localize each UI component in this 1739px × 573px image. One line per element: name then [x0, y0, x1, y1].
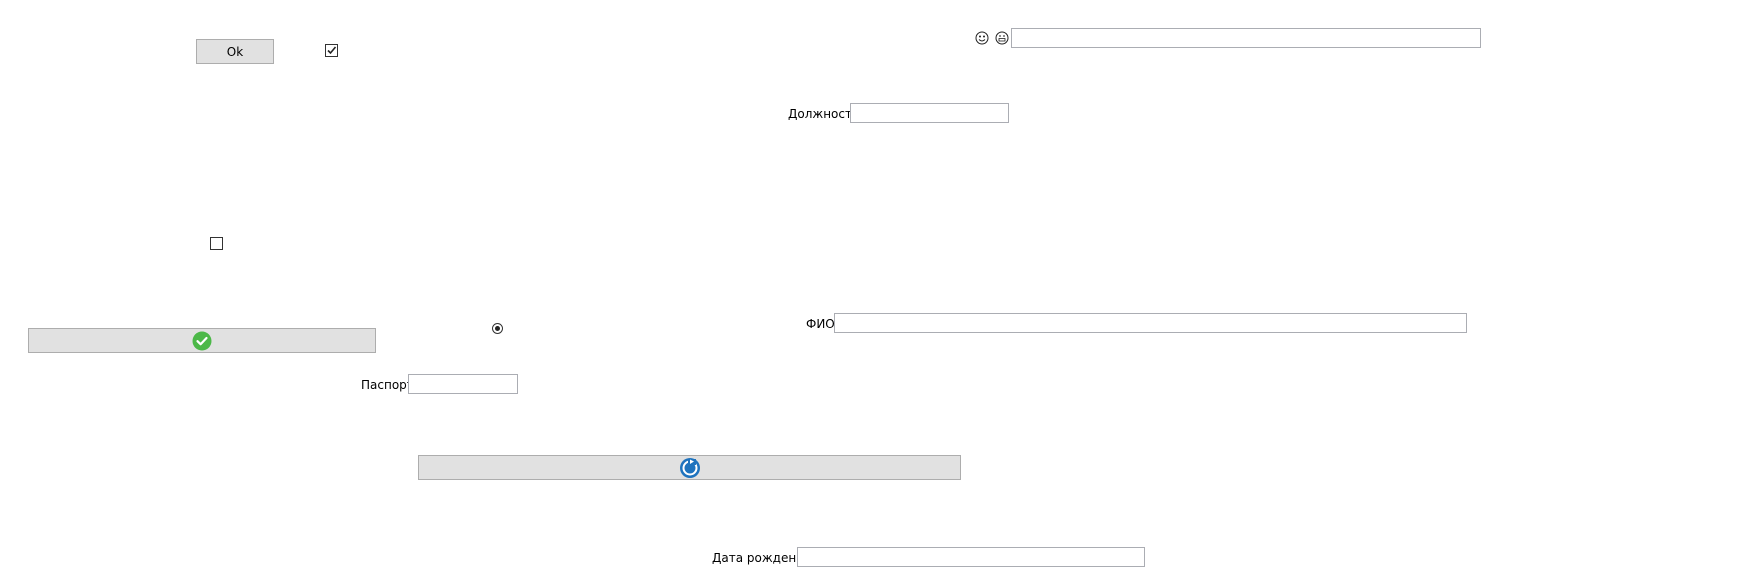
refresh-icon [679, 457, 700, 478]
emoji-face-icon[interactable] [975, 31, 989, 45]
ok-button-label: Ok [226, 44, 244, 59]
checkmark-icon [327, 46, 337, 55]
birthdate-field[interactable] [797, 547, 1145, 567]
refresh-button[interactable] [418, 455, 961, 480]
position-field[interactable] [850, 103, 1009, 123]
middle-checkbox[interactable] [210, 237, 223, 250]
radio-button[interactable] [492, 323, 503, 334]
radio-dot [495, 326, 500, 331]
confirm-button[interactable] [28, 328, 376, 353]
check-circle-icon [192, 331, 212, 350]
passport-label: Паспорт [361, 378, 414, 392]
passport-field[interactable] [408, 374, 518, 394]
top-text-field[interactable] [1011, 28, 1481, 48]
top-checkbox[interactable] [325, 44, 338, 57]
ok-button[interactable]: Ok [196, 39, 274, 64]
emoji-grin-icon[interactable] [995, 31, 1009, 45]
position-label: Должность [788, 107, 860, 121]
fio-label: ФИО [806, 317, 835, 331]
fio-field[interactable] [834, 313, 1467, 333]
